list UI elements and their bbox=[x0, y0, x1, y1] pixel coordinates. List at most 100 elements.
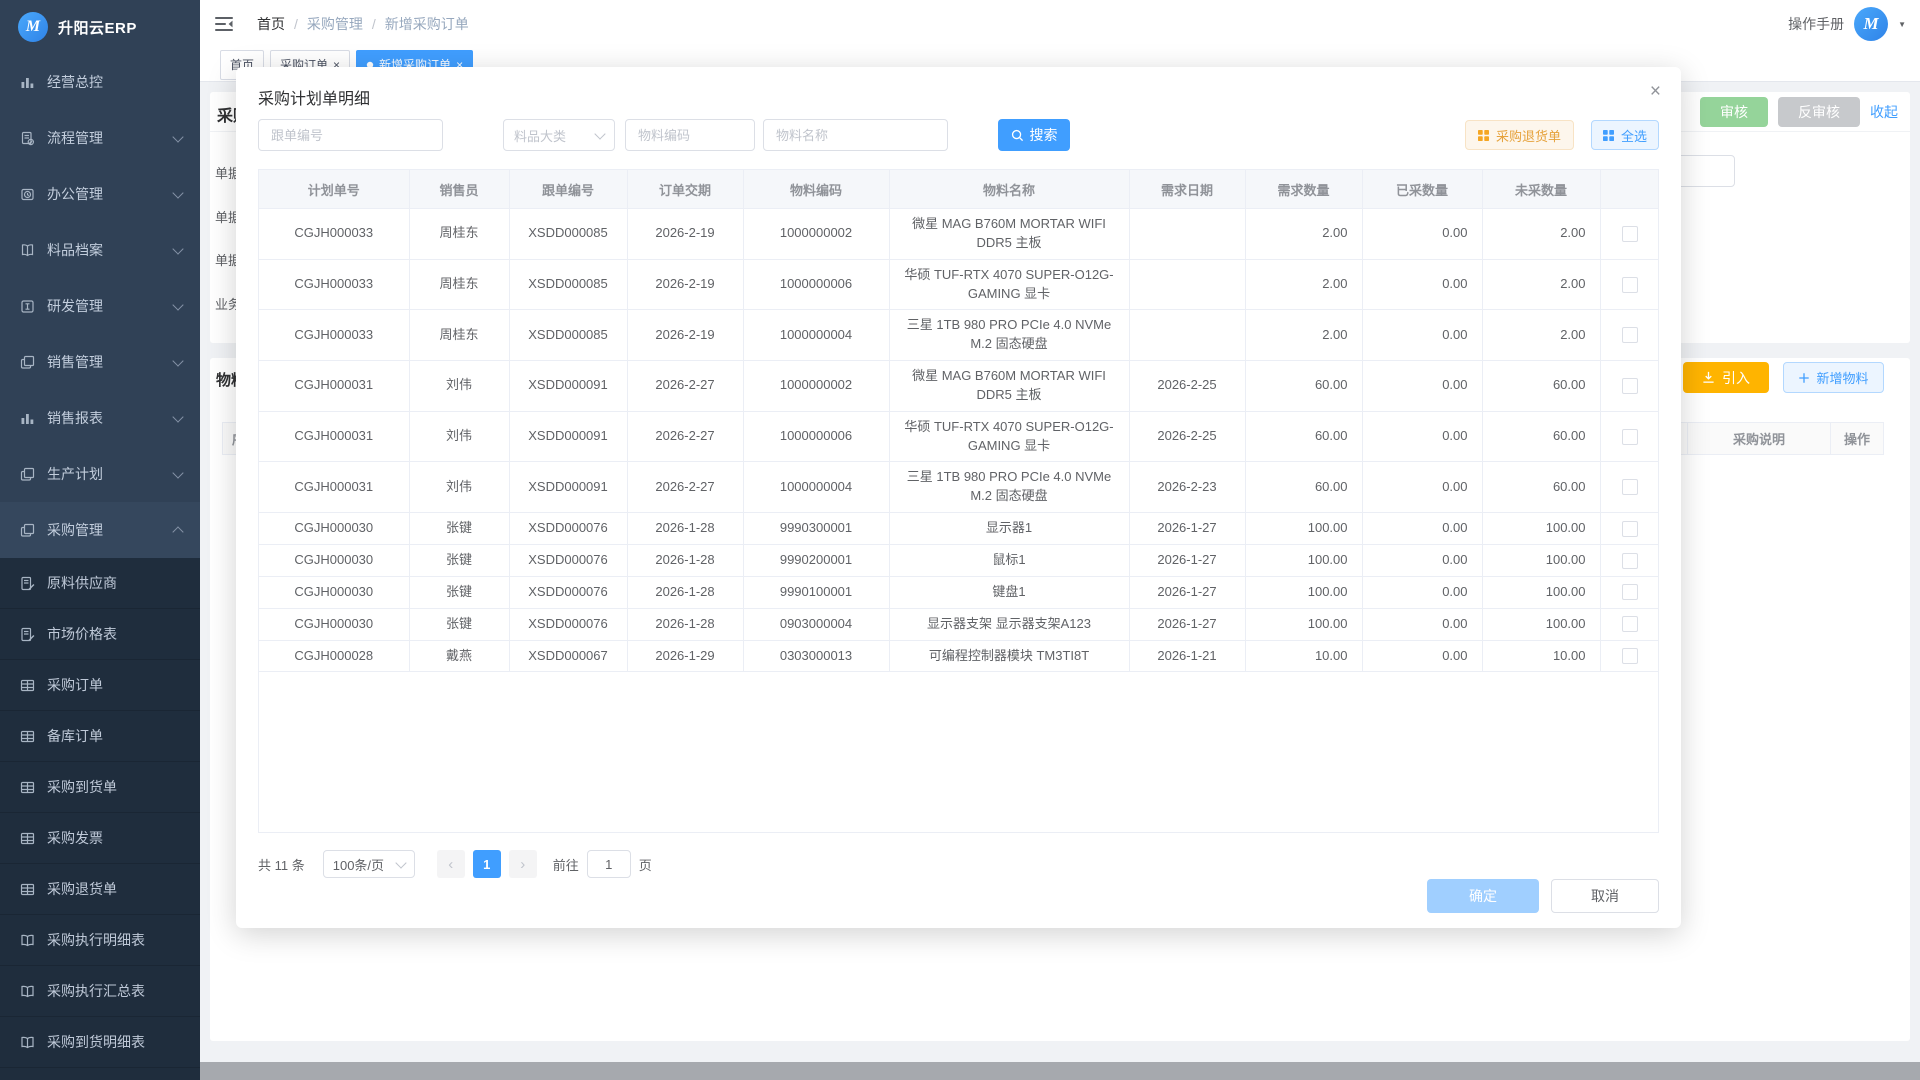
follow-no-input[interactable] bbox=[258, 119, 443, 151]
cell-material-code: 0303000013 bbox=[743, 640, 889, 672]
table-row[interactable]: CGJH000030张键XSDD0000762026-1-28999010000… bbox=[259, 576, 1659, 608]
sidebar-subitem-purchase-invoice[interactable]: 采购发票 bbox=[0, 813, 200, 864]
table-icon bbox=[20, 831, 35, 846]
cell-purchased-qty: 0.00 bbox=[1362, 640, 1482, 672]
table-row[interactable]: CGJH000033周桂东XSDD0000852026-2-1910000000… bbox=[259, 259, 1659, 310]
sidebar-subitem-purchase-exec-summary[interactable]: 采购执行汇总表 bbox=[0, 966, 200, 1017]
grid-icon bbox=[1478, 130, 1489, 141]
cell-salesman: 刘伟 bbox=[409, 411, 509, 462]
cancel-button[interactable]: 取消 bbox=[1551, 879, 1659, 913]
row-checkbox[interactable] bbox=[1622, 327, 1638, 343]
book-icon bbox=[20, 1035, 35, 1050]
total-count: 共 11 条 bbox=[258, 855, 305, 874]
search-button[interactable]: 搜索 bbox=[998, 119, 1070, 151]
cell-material-name: 鼠标1 bbox=[889, 544, 1129, 576]
pagination: 共 11 条 100条/页 ‹ 1 › 前往 页 bbox=[258, 849, 652, 879]
sidebar-item-office-mgmt[interactable]: 办公管理 bbox=[0, 166, 200, 222]
table-row[interactable]: CGJH000030张键XSDD0000762026-1-28999030000… bbox=[259, 513, 1659, 545]
breadcrumb-purchase-mgmt[interactable]: 采购管理 bbox=[307, 14, 363, 34]
row-checkbox[interactable] bbox=[1622, 648, 1638, 664]
cell-unpurchased-qty: 2.00 bbox=[1482, 259, 1600, 310]
table-row[interactable]: CGJH000031刘伟XSDD0000912026-2-27100000000… bbox=[259, 361, 1659, 412]
cell-unpurchased-qty: 2.00 bbox=[1482, 310, 1600, 361]
sidebar-item-purchase-mgmt[interactable]: 采购管理 bbox=[0, 502, 200, 558]
cell-salesman: 周桂东 bbox=[409, 209, 509, 260]
cell-follow-no: XSDD000076 bbox=[509, 608, 627, 640]
select-all-button[interactable]: 全选 bbox=[1591, 120, 1659, 150]
row-checkbox[interactable] bbox=[1622, 584, 1638, 600]
sidebar-subitem-stock-order[interactable]: 备库订单 bbox=[0, 711, 200, 762]
sidebar-subitem-purchase-arrival[interactable]: 采购到货单 bbox=[0, 762, 200, 813]
add-material-button[interactable]: 新增物料 bbox=[1783, 362, 1884, 393]
table-row[interactable]: CGJH000030张键XSDD0000762026-1-28999020000… bbox=[259, 544, 1659, 576]
sidebar-item-rd-mgmt[interactable]: 研发管理 bbox=[0, 278, 200, 334]
current-page-button[interactable]: 1 bbox=[473, 850, 501, 878]
sidebar-toggle-icon[interactable] bbox=[215, 16, 233, 32]
import-button[interactable]: 引入 bbox=[1683, 362, 1769, 393]
material-code-input[interactable] bbox=[625, 119, 755, 151]
sidebar-item-label: 研发管理 bbox=[47, 296, 174, 316]
next-page-button[interactable]: › bbox=[509, 850, 537, 878]
row-checkbox[interactable] bbox=[1622, 429, 1638, 445]
cell-unpurchased-qty: 100.00 bbox=[1482, 608, 1600, 640]
row-checkbox[interactable] bbox=[1622, 479, 1638, 495]
sidebar-subitem-purchase-invoice-detail[interactable]: 采购发票明细表 bbox=[0, 1068, 200, 1080]
prev-page-button[interactable]: ‹ bbox=[437, 850, 465, 878]
cell-follow-no: XSDD000076 bbox=[509, 544, 627, 576]
row-checkbox[interactable] bbox=[1622, 553, 1638, 569]
materials-icon bbox=[20, 243, 35, 258]
cell-follow-no: XSDD000067 bbox=[509, 640, 627, 672]
close-icon[interactable]: × bbox=[1650, 81, 1661, 103]
row-checkbox[interactable] bbox=[1622, 521, 1638, 537]
cell-material-code: 9990100001 bbox=[743, 576, 889, 608]
sidebar-item-sales-mgmt[interactable]: 销售管理 bbox=[0, 334, 200, 390]
rd-icon bbox=[20, 299, 35, 314]
cell-plan-no: CGJH000033 bbox=[259, 259, 409, 310]
table-row[interactable]: CGJH000033周桂东XSDD0000852026-2-1910000000… bbox=[259, 209, 1659, 260]
sidebar-subitem-purchase-order[interactable]: 采购订单 bbox=[0, 660, 200, 711]
chevron-down-icon bbox=[172, 243, 183, 254]
confirm-button[interactable]: 确定 bbox=[1427, 879, 1539, 913]
cell-unpurchased-qty: 100.00 bbox=[1482, 544, 1600, 576]
row-checkbox[interactable] bbox=[1622, 277, 1638, 293]
row-checkbox[interactable] bbox=[1622, 616, 1638, 632]
row-checkbox[interactable] bbox=[1622, 226, 1638, 242]
cell-material-name: 微星 MAG B760M MORTAR WIFI DDR5 主板 bbox=[889, 361, 1129, 412]
user-avatar[interactable]: M bbox=[1854, 7, 1888, 41]
table-row[interactable]: CGJH000030张键XSDD0000762026-1-28090300000… bbox=[259, 608, 1659, 640]
sidebar-subitem-purchase-arrival-detail[interactable]: 采购到货明细表 bbox=[0, 1017, 200, 1068]
caret-down-icon[interactable]: ▼ bbox=[1898, 20, 1906, 29]
operation-manual-link[interactable]: 操作手册 bbox=[1788, 14, 1844, 34]
page-size-select[interactable]: 100条/页 bbox=[323, 850, 415, 878]
column-header: 需求数量 bbox=[1245, 170, 1362, 209]
sidebar-subitem-purchase-exec-detail[interactable]: 采购执行明细表 bbox=[0, 915, 200, 966]
purchase-return-button[interactable]: 采购退货单 bbox=[1465, 120, 1574, 150]
table-row[interactable]: CGJH000031刘伟XSDD0000912026-2-27100000000… bbox=[259, 462, 1659, 513]
cell-delivery-date: 2026-1-28 bbox=[627, 608, 743, 640]
sidebar-subitem-raw-supplier[interactable]: 原料供应商 bbox=[0, 558, 200, 609]
category-select[interactable]: 料品大类 bbox=[503, 119, 615, 151]
sidebar-item-process-mgmt[interactable]: 流程管理 bbox=[0, 110, 200, 166]
sidebar-subitem-purchase-return[interactable]: 采购退货单 bbox=[0, 864, 200, 915]
cell-plan-no: CGJH000033 bbox=[259, 209, 409, 260]
office-icon bbox=[20, 187, 35, 202]
table-row[interactable]: CGJH000028戴燕XSDD0000672026-1-29030300001… bbox=[259, 640, 1659, 672]
table-row[interactable]: CGJH000033周桂东XSDD0000852026-2-1910000000… bbox=[259, 310, 1659, 361]
sidebar-item-material-archive[interactable]: 料品档案 bbox=[0, 222, 200, 278]
breadcrumb-home[interactable]: 首页 bbox=[257, 14, 285, 34]
chevron-down-icon bbox=[172, 467, 183, 478]
sidebar-item-business-overview[interactable]: 经营总控 bbox=[0, 54, 200, 110]
sidebar-item-sales-report[interactable]: 销售报表 bbox=[0, 390, 200, 446]
chevron-down-icon bbox=[172, 355, 183, 366]
audit-button[interactable]: 审核 bbox=[1700, 97, 1768, 127]
sidebar-item-production-plan[interactable]: 生产计划 bbox=[0, 446, 200, 502]
table-row[interactable]: CGJH000031刘伟XSDD0000912026-2-27100000000… bbox=[259, 411, 1659, 462]
goto-page-input[interactable] bbox=[587, 850, 631, 878]
row-checkbox[interactable] bbox=[1622, 378, 1638, 394]
unaudit-button[interactable]: 反审核 bbox=[1778, 97, 1860, 127]
sidebar-subitem-market-price[interactable]: 市场价格表 bbox=[0, 609, 200, 660]
plan-table-container: 计划单号销售员跟单编号订单交期物料编码物料名称需求日期需求数量已采数量未采数量C… bbox=[258, 169, 1659, 833]
material-name-input[interactable] bbox=[763, 119, 948, 151]
collapse-link[interactable]: 收起 bbox=[1870, 102, 1898, 122]
book-icon bbox=[20, 984, 35, 999]
